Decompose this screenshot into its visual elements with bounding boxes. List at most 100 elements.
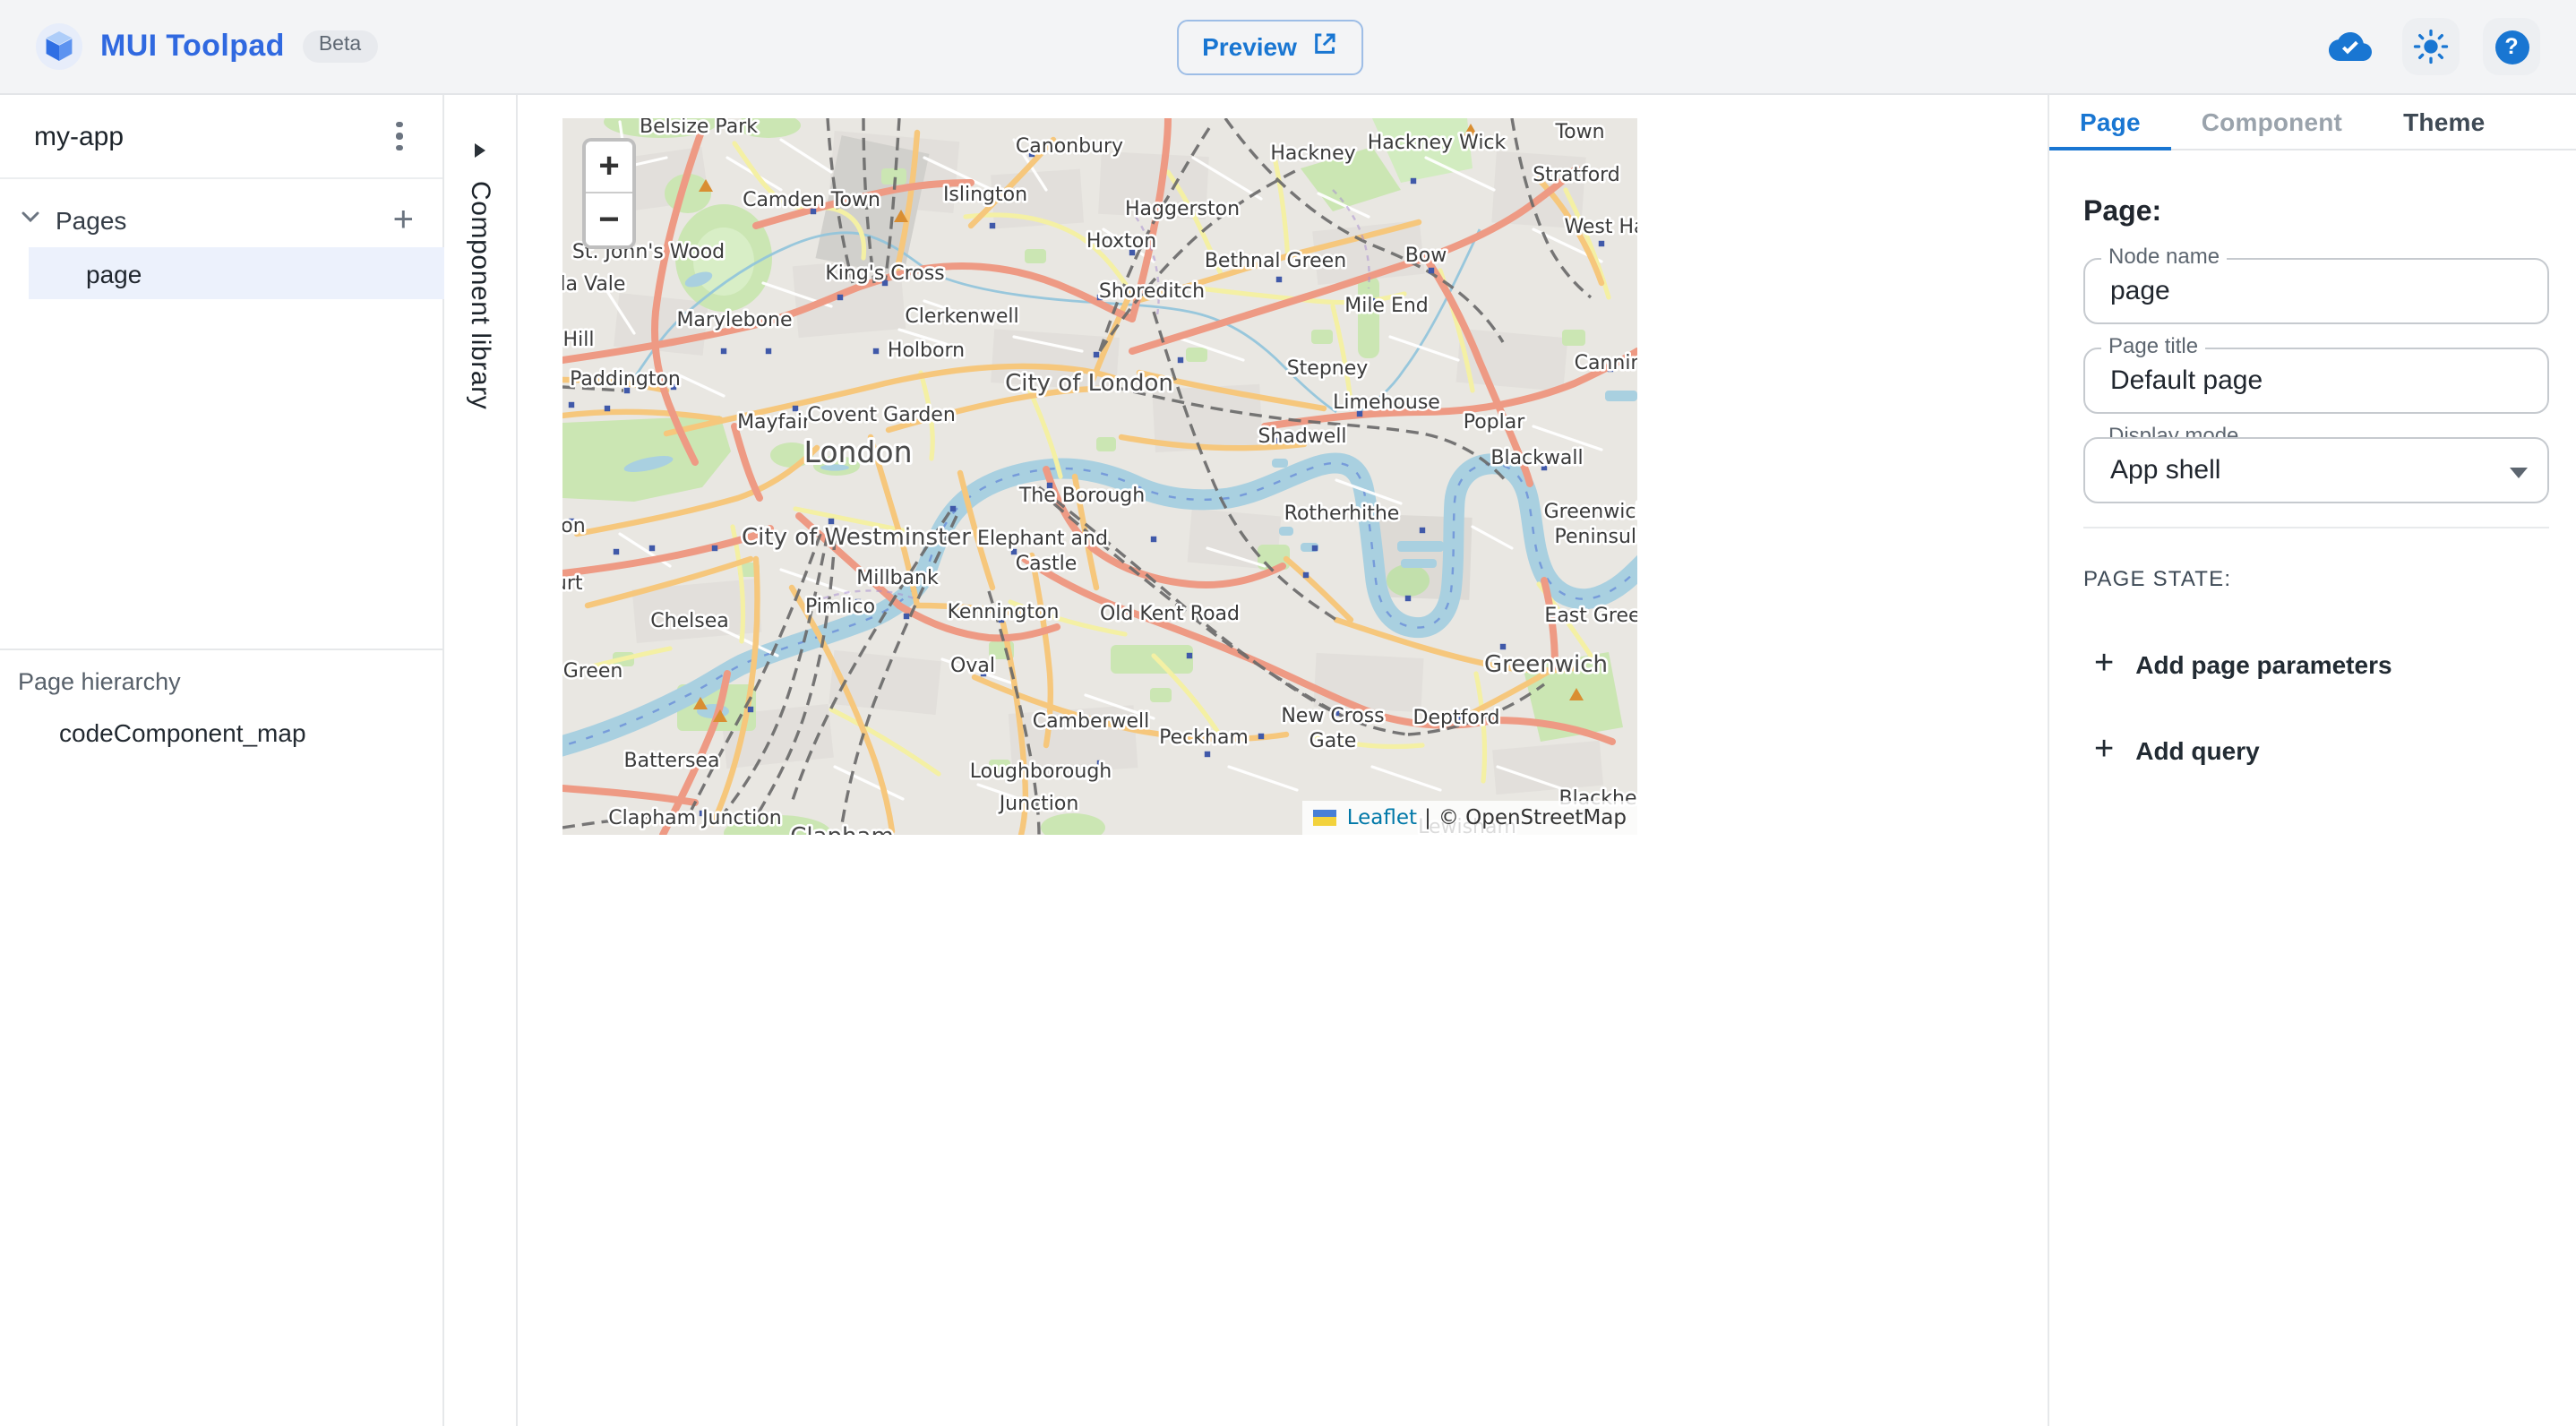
map-attribution: Leaflet | © OpenStreetMap: [1302, 801, 1637, 835]
svg-text:ourt: ourt: [562, 572, 583, 595]
svg-text:Mayfair: Mayfair: [737, 411, 811, 434]
app-name-row: my-app: [0, 95, 442, 179]
svg-text:Clapham: Clapham: [790, 823, 894, 835]
svg-text:Paddington: Paddington: [570, 368, 681, 391]
tab-theme[interactable]: Theme: [2373, 95, 2515, 149]
page-canvas[interactable]: Belsize ParkCamden TownCanonburyIslingto…: [518, 95, 2048, 1426]
caret-right-icon[interactable]: [475, 143, 485, 158]
tab-page[interactable]: Page: [2049, 95, 2171, 149]
svg-text:Millbank: Millbank: [856, 567, 939, 589]
inspector-content: Page: Node name Page title Display mode …: [2049, 150, 2576, 774]
svg-text:Chelsea: Chelsea: [650, 610, 728, 632]
display-mode-value: App shell: [2110, 455, 2220, 485]
svg-text:The Borough: The Borough: [1018, 485, 1145, 507]
svg-text:Oval: Oval: [950, 655, 995, 677]
more-vert-icon[interactable]: [374, 111, 425, 161]
inspector-panel: Page Component Theme Page: Node name Pag…: [2048, 95, 2576, 1426]
dropdown-arrow-icon: [2510, 468, 2528, 478]
svg-text:Canonbury: Canonbury: [1016, 135, 1123, 158]
svg-text:Battersea: Battersea: [624, 750, 720, 772]
svg-text:Bethnal Green: Bethnal Green: [1205, 250, 1346, 272]
page-title-field: Page title: [2083, 348, 2549, 414]
svg-text:Loughborough: Loughborough: [970, 760, 1112, 783]
plus-icon: +: [2094, 647, 2114, 681]
svg-text:Green: Green: [563, 660, 623, 683]
page-state-label: PAGE STATE:: [2083, 566, 2549, 591]
toolpad-logo-icon: [36, 23, 82, 70]
app-title: MUI Toolpad: [100, 29, 285, 64]
zoom-in-button[interactable]: +: [586, 142, 632, 193]
display-mode-select[interactable]: App shell: [2083, 437, 2549, 503]
light-mode-icon[interactable]: [2402, 18, 2460, 75]
svg-text:London: London: [804, 434, 913, 469]
svg-text:Blackwall: Blackwall: [1490, 447, 1583, 469]
zoom-out-button[interactable]: −: [586, 193, 632, 245]
cloud-done-icon[interactable]: [2322, 18, 2379, 75]
pages-section-header[interactable]: Pages +: [0, 199, 442, 242]
svg-text:Deptford: Deptford: [1413, 707, 1500, 729]
svg-text:Gate: Gate: [1309, 730, 1357, 752]
svg-text:Pimlico: Pimlico: [805, 596, 875, 618]
leaflet-map[interactable]: Belsize ParkCamden TownCanonburyIslingto…: [562, 118, 1637, 835]
tab-component[interactable]: Component: [2171, 95, 2373, 149]
preview-button[interactable]: Preview: [1177, 19, 1363, 74]
display-mode-field: Display mode App shell: [2083, 437, 2549, 503]
map-zoom-control: + −: [582, 138, 636, 249]
svg-text:Greenwich: Greenwich: [1484, 651, 1608, 678]
svg-text:Clapham Junction: Clapham Junction: [608, 807, 781, 829]
attribution-separator: |: [1424, 804, 1431, 829]
node-name-field: Node name: [2083, 258, 2549, 324]
add-query-label: Add query: [2135, 735, 2259, 764]
sidebar-item-label: page: [86, 259, 142, 288]
page-hierarchy-label: Page hierarchy: [18, 668, 442, 695]
svg-text:Stepney: Stepney: [1287, 357, 1369, 380]
main-layout: my-app Pages + page Page hierarchy codeC…: [0, 95, 2576, 1426]
svg-text:King's Cross: King's Cross: [825, 262, 944, 285]
svg-text:Elephant and: Elephant and: [977, 528, 1108, 550]
svg-text:Peckham: Peckham: [1159, 726, 1249, 749]
toolpad-app: MUI Toolpad Beta Preview: [0, 0, 2576, 1426]
leaflet-link[interactable]: Leaflet: [1347, 804, 1417, 829]
svg-text:City of Westminster: City of Westminster: [742, 524, 971, 551]
svg-text:Camden Town: Camden Town: [743, 189, 880, 211]
page-heading: Page:: [2083, 197, 2549, 229]
inspector-tabs: Page Component Theme: [2049, 95, 2576, 150]
page-hierarchy-section: Page hierarchy codeComponent_map: [0, 649, 442, 747]
svg-text:Castle: Castle: [1016, 553, 1078, 575]
page-title-label: Page title: [2101, 335, 2205, 358]
component-library-label[interactable]: Component library: [465, 181, 495, 409]
svg-text:Haggerston: Haggerston: [1125, 198, 1240, 220]
svg-text:Covent Garden: Covent Garden: [807, 404, 956, 426]
svg-text:Junction: Junction: [998, 793, 1079, 815]
add-page-parameters-label: Add page parameters: [2135, 649, 2391, 678]
svg-text:East Gree: East Gree: [1544, 605, 1637, 627]
header-actions: ?: [2322, 18, 2540, 75]
svg-text:Clerkenwell: Clerkenwell: [905, 305, 1018, 328]
add-page-icon[interactable]: +: [390, 202, 417, 238]
plus-icon: +: [2094, 733, 2114, 767]
add-page-parameters-button[interactable]: + Add page parameters: [2083, 640, 2403, 688]
openstreetmap-link[interactable]: © OpenStreetMap: [1438, 804, 1627, 829]
hierarchy-item-codecomponent-map[interactable]: codeComponent_map: [59, 718, 442, 747]
svg-text:Hackney Wick: Hackney Wick: [1368, 132, 1507, 154]
explorer-sidebar: my-app Pages + page Page hierarchy codeC…: [0, 95, 444, 1426]
svg-text:Marylebone: Marylebone: [676, 309, 792, 331]
pages-section-label: Pages: [56, 206, 126, 235]
svg-text:Town: Town: [1554, 121, 1604, 143]
svg-text:City of London: City of London: [1005, 370, 1173, 397]
svg-text:Holborn: Holborn: [888, 339, 965, 362]
svg-text:Mile End: Mile End: [1344, 295, 1429, 317]
svg-text:Poplar: Poplar: [1464, 411, 1526, 434]
brand: MUI Toolpad Beta: [36, 23, 377, 70]
chevron-down-icon[interactable]: [16, 202, 45, 239]
svg-text:Belsize Park: Belsize Park: [640, 118, 758, 138]
sidebar-item-page[interactable]: page: [29, 247, 444, 299]
svg-text:Rotherhithe: Rotherhithe: [1284, 503, 1400, 525]
add-query-button[interactable]: + Add query: [2083, 726, 2271, 774]
help-icon[interactable]: ?: [2483, 18, 2540, 75]
svg-text:Hackney: Hackney: [1270, 142, 1355, 165]
svg-text:Kennington: Kennington: [948, 601, 1060, 623]
svg-text:Greenwich: Greenwich: [1544, 501, 1637, 523]
svg-text:Shoreditch: Shoreditch: [1099, 280, 1205, 303]
component-library-strip[interactable]: Component library: [444, 95, 518, 1426]
